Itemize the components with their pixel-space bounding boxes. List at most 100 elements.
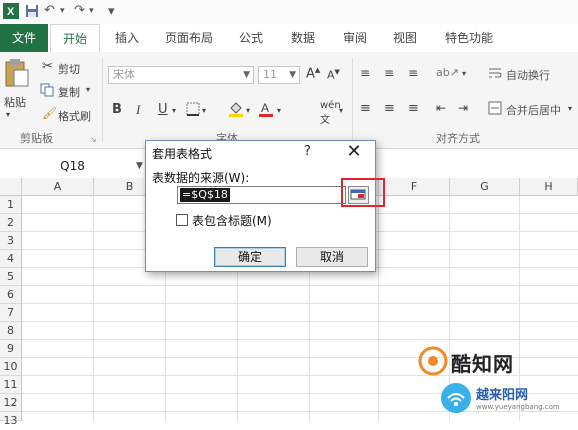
align-center-icon[interactable]: ≡ xyxy=(384,101,395,116)
align-middle-icon[interactable]: ≡ xyxy=(384,66,394,80)
row-header[interactable]: 8 xyxy=(0,322,22,340)
cut-button[interactable]: 剪切 xyxy=(58,61,80,77)
orientation-icon[interactable]: ab↗ xyxy=(436,66,459,79)
gridline xyxy=(93,196,94,421)
tab-formulas[interactable]: 公式 xyxy=(228,24,274,52)
font-color-dropdown-icon[interactable]: ▾ xyxy=(277,106,281,115)
row-header[interactable]: 9 xyxy=(0,340,22,358)
row-header[interactable]: 2 xyxy=(0,214,22,232)
group-divider xyxy=(352,58,353,142)
paste-dropdown-icon[interactable]: ▾ xyxy=(6,110,10,119)
row-header[interactable]: 13 xyxy=(0,412,22,427)
font-color-icon[interactable]: A xyxy=(258,100,274,118)
align-bottom-icon[interactable]: ≡ xyxy=(408,66,418,80)
cancel-button[interactable]: 取消 xyxy=(296,247,368,267)
gridline xyxy=(22,411,578,412)
merge-dropdown-icon[interactable]: ▾ xyxy=(568,104,572,113)
tab-view[interactable]: 视图 xyxy=(382,24,428,52)
clipboard-group-label: 剪贴板 xyxy=(20,132,53,145)
format-painter-button[interactable]: 格式刷 xyxy=(58,108,91,124)
excel-logo-icon: X xyxy=(3,3,19,19)
row-header[interactable]: 10 xyxy=(0,358,22,376)
source-range-input[interactable]: =$Q$18 xyxy=(177,186,346,204)
font-size-combo[interactable]: 11 ▼ xyxy=(258,66,300,84)
gridline xyxy=(22,321,578,322)
align-right-icon[interactable]: ≡ xyxy=(408,101,419,116)
tab-home[interactable]: 开始 xyxy=(50,24,100,53)
increase-indent-icon[interactable]: ⇥ xyxy=(458,101,468,115)
row-header[interactable]: 3 xyxy=(0,232,22,250)
copy-button[interactable]: 复制 xyxy=(58,84,80,100)
undo-icon[interactable]: ↶ xyxy=(44,3,55,18)
merge-center-icon[interactable] xyxy=(488,101,502,115)
has-headers-label[interactable]: 表包含标题(M) xyxy=(192,212,272,229)
row-header[interactable]: 1 xyxy=(0,196,22,214)
font-name-value: 宋体 xyxy=(113,68,135,81)
merge-center-button[interactable]: 合并后居中 xyxy=(506,102,561,118)
italic-button[interactable]: I xyxy=(136,102,140,118)
bold-button[interactable]: B xyxy=(112,102,122,117)
align-left-icon[interactable]: ≡ xyxy=(360,101,371,116)
fill-color-icon[interactable] xyxy=(228,101,244,117)
column-header-f[interactable]: F xyxy=(379,178,450,196)
paste-icon[interactable] xyxy=(4,58,30,88)
row-header[interactable]: 6 xyxy=(0,286,22,304)
row-header[interactable]: 5 xyxy=(0,268,22,286)
clipboard-launcher-icon[interactable]: ↘ xyxy=(90,135,97,144)
redo-icon[interactable]: ↷ xyxy=(74,3,85,18)
ok-button[interactable]: 确定 xyxy=(214,247,286,267)
underline-button[interactable]: U xyxy=(158,102,168,117)
row-header[interactable]: 4 xyxy=(0,250,22,268)
underline-dropdown-icon[interactable]: ▾ xyxy=(172,106,176,115)
paste-button[interactable]: 粘贴 xyxy=(4,94,26,110)
format-painter-icon[interactable]: 🖌 xyxy=(42,106,57,120)
tab-insert[interactable]: 插入 xyxy=(104,24,150,52)
name-box[interactable]: Q18 xyxy=(0,156,146,177)
chevron-down-icon: ▼ xyxy=(243,70,250,80)
column-header-h[interactable]: H xyxy=(520,178,578,196)
borders-dropdown-icon[interactable]: ▾ xyxy=(202,106,206,115)
has-headers-checkbox[interactable] xyxy=(176,214,188,226)
tab-file[interactable]: 文件 xyxy=(0,24,48,52)
phonetic-dropdown-icon[interactable]: ▾ xyxy=(339,106,343,115)
copy-dropdown-icon[interactable]: ▾ xyxy=(86,85,90,94)
help-button[interactable]: ? xyxy=(304,144,311,159)
watermark-site-name: 越来阳网 xyxy=(476,388,529,403)
tab-data[interactable]: 数据 xyxy=(280,24,326,52)
tab-special-features[interactable]: 特色功能 xyxy=(436,24,502,52)
tab-page-layout[interactable]: 页面布局 xyxy=(156,24,222,52)
name-box-dropdown-icon[interactable]: ▼ xyxy=(136,161,143,171)
group-divider xyxy=(102,58,103,142)
undo-dropdown-icon[interactable]: ▾ xyxy=(60,6,65,16)
gridline xyxy=(378,196,379,421)
fill-color-dropdown-icon[interactable]: ▾ xyxy=(246,106,250,115)
close-button[interactable]: ✕ xyxy=(342,141,366,162)
font-name-combo[interactable]: 宋体 ▼ xyxy=(108,66,254,84)
phonetic-guide-icon[interactable]: wén 文 xyxy=(320,100,341,126)
redo-dropdown-icon[interactable]: ▾ xyxy=(89,6,94,16)
wrap-text-button[interactable]: 自动换行 xyxy=(506,67,550,83)
column-header-a[interactable]: A xyxy=(22,178,94,196)
select-all-corner[interactable] xyxy=(0,178,22,196)
source-range-value: =$Q$18 xyxy=(180,188,230,202)
copy-icon[interactable] xyxy=(40,83,54,97)
wrap-text-icon[interactable] xyxy=(488,66,502,80)
gridline xyxy=(22,339,578,340)
customize-toolbar-icon[interactable]: ▾ xyxy=(108,4,115,19)
borders-icon[interactable] xyxy=(186,102,200,116)
row-header[interactable]: 11 xyxy=(0,376,22,394)
quick-access-toolbar: X ↶ ▾ ↷ ▾ ▾ xyxy=(0,0,578,25)
save-icon[interactable] xyxy=(25,4,39,18)
tab-review[interactable]: 审阅 xyxy=(332,24,378,52)
orientation-dropdown-icon[interactable]: ▾ xyxy=(462,69,466,78)
row-header[interactable]: 7 xyxy=(0,304,22,322)
decrease-indent-icon[interactable]: ⇤ xyxy=(436,101,446,115)
decrease-font-icon[interactable]: A▼ xyxy=(327,68,340,82)
cut-icon[interactable]: ✂ xyxy=(42,59,53,74)
column-header-g[interactable]: G xyxy=(450,178,520,196)
increase-font-icon[interactable]: A▲ xyxy=(306,66,320,81)
align-top-icon[interactable]: ≡ xyxy=(360,66,370,80)
row-header[interactable]: 12 xyxy=(0,394,22,412)
ribbon-tabs: 文件 开始 插入 页面布局 公式 数据 审阅 视图 特色功能 xyxy=(0,24,578,53)
watermark-text: 酷知网 xyxy=(451,352,514,376)
